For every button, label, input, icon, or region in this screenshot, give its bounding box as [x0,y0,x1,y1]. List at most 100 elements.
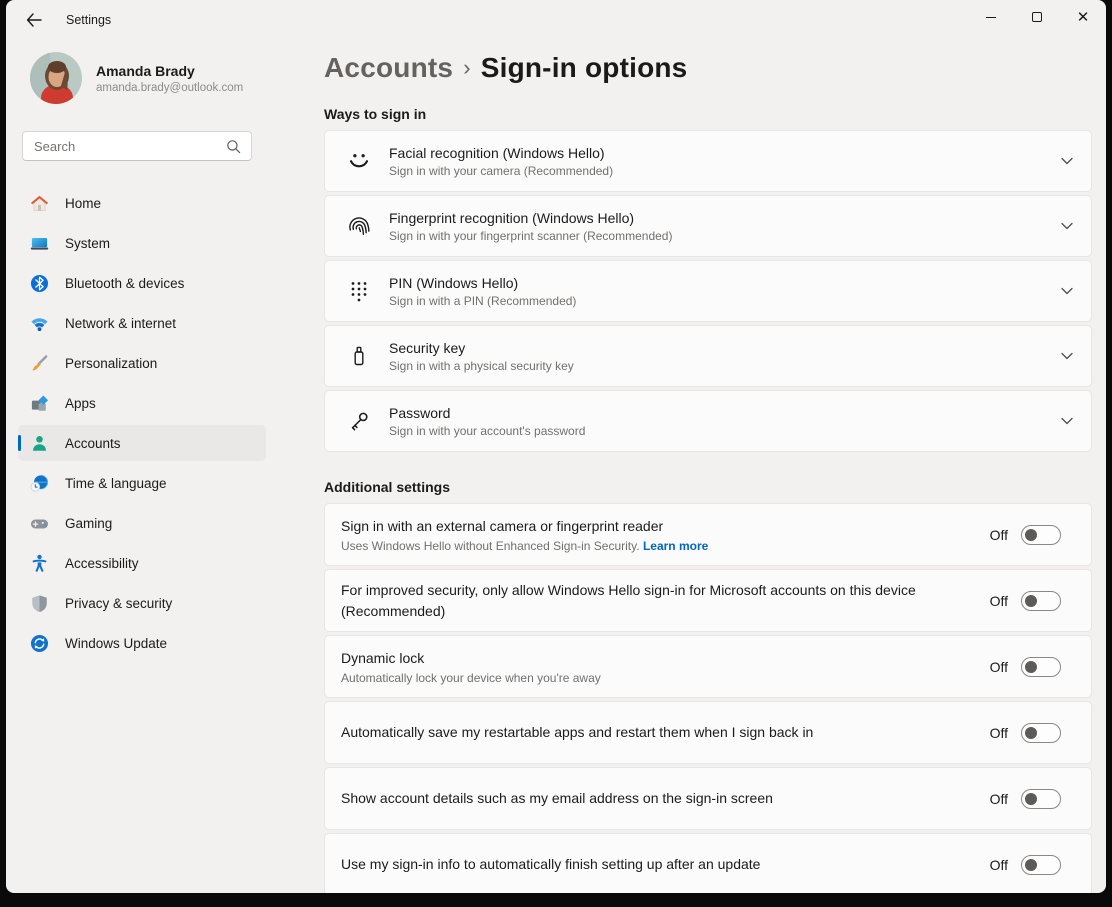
sidebar-item-personalization[interactable]: Personalization [18,345,266,381]
user-account-block[interactable]: Amanda Brady amanda.brady@outlook.com [30,52,278,104]
sidebar-item-label: Accounts [65,436,121,451]
toggle-switch[interactable] [1021,591,1061,611]
windows-update-icon [30,634,49,653]
face-icon [344,146,374,176]
sidebar-item-privacy-security[interactable]: Privacy & security [18,585,266,621]
setting-title: Sign in with an external camera or finge… [341,516,941,536]
setting-subtitle: Uses Windows Hello without Enhanced Sign… [341,539,990,553]
breadcrumb-parent[interactable]: Accounts [324,52,453,83]
setting-title: Use my sign-in info to automatically fin… [341,854,941,874]
toggle-switch[interactable] [1021,525,1061,545]
setting-subtitle: Automatically lock your device when you'… [341,671,990,685]
gaming-icon [30,514,49,533]
sidebar-item-home[interactable]: Home [18,185,266,221]
back-arrow-icon [26,13,42,27]
option-title: Password [389,405,1061,421]
sidebar-item-network[interactable]: Network & internet [18,305,266,341]
setting-subtitle-text: Uses Windows Hello without Enhanced Sign… [341,539,640,553]
accounts-icon [30,434,49,453]
sidebar-item-label: Personalization [65,356,157,371]
option-title: Fingerprint recognition (Windows Hello) [389,210,1061,226]
option-subtitle: Sign in with your camera (Recommended) [389,164,1061,178]
setting-title: Automatically save my restartable apps a… [341,722,941,742]
option-subtitle: Sign in with a physical security key [389,359,1061,373]
chevron-down-icon[interactable] [1061,417,1073,425]
toggle-state-label: Off [990,857,1008,873]
sidebar-item-bluetooth[interactable]: Bluetooth & devices [18,265,266,301]
sidebar-item-system[interactable]: System [18,225,266,261]
sidebar-item-label: Time & language [65,476,167,491]
back-button[interactable] [14,4,54,36]
option-title: Facial recognition (Windows Hello) [389,145,1061,161]
system-icon [30,234,49,253]
learn-more-link[interactable]: Learn more [643,539,708,553]
sidebar-item-windows-update[interactable]: Windows Update [18,625,266,661]
search-box[interactable] [22,131,252,161]
toggle-switch[interactable] [1021,855,1061,875]
setting-title: Show account details such as my email ad… [341,788,941,808]
maximize-icon [1032,12,1042,22]
accessibility-icon [30,554,49,573]
toggle-knob [1025,859,1037,871]
sidebar-item-apps[interactable]: Apps [18,385,266,421]
sidebar-item-time-language[interactable]: Time & language [18,465,266,501]
minimize-icon [986,17,996,18]
setting-windows-hello-only: For improved security, only allow Window… [324,569,1092,632]
option-title: PIN (Windows Hello) [389,275,1061,291]
toggle-switch[interactable] [1021,657,1061,677]
sidebar-item-label: Privacy & security [65,596,172,611]
sidebar-item-label: Home [65,196,101,211]
sidebar-item-label: System [65,236,110,251]
toggle-switch[interactable] [1021,789,1061,809]
setting-restartable-apps: Automatically save my restartable apps a… [324,701,1092,764]
toggle-state-label: Off [990,791,1008,807]
toggle-state-label: Off [990,725,1008,741]
toggle-knob [1025,661,1037,673]
home-icon [30,194,49,213]
setting-signin-info-after-update: Use my sign-in info to automatically fin… [324,833,1092,893]
sidebar-item-accounts[interactable]: Accounts [18,425,266,461]
chevron-down-icon[interactable] [1061,157,1073,165]
option-subtitle: Sign in with your account's password [389,424,1061,438]
close-button[interactable]: ✕ [1060,0,1106,34]
chevron-down-icon[interactable] [1061,222,1073,230]
sidebar: Amanda Brady amanda.brady@outlook.com [6,40,278,893]
signin-option-security-key[interactable]: Security key Sign in with a physical sec… [324,325,1092,387]
toggle-knob [1025,595,1037,607]
minimize-button[interactable] [968,0,1014,34]
setting-external-camera: Sign in with an external camera or finge… [324,503,1092,566]
signin-option-fingerprint[interactable]: Fingerprint recognition (Windows Hello) … [324,195,1092,257]
sidebar-item-accessibility[interactable]: Accessibility [18,545,266,581]
page-title: Sign-in options [481,52,688,83]
window-title: Settings [66,13,111,27]
user-name: Amanda Brady [96,63,243,79]
chevron-down-icon[interactable] [1061,352,1073,360]
sidebar-item-label: Network & internet [65,316,176,331]
signin-option-password[interactable]: Password Sign in with your account's pas… [324,390,1092,452]
toggle-state-label: Off [990,659,1008,675]
bluetooth-icon [30,274,49,293]
apps-icon [30,394,49,413]
toggle-knob [1025,793,1037,805]
chevron-down-icon[interactable] [1061,287,1073,295]
sidebar-item-label: Apps [65,396,96,411]
option-subtitle: Sign in with a PIN (Recommended) [389,294,1061,308]
personalization-icon [30,354,49,373]
close-icon: ✕ [1077,10,1090,25]
sidebar-item-gaming[interactable]: Gaming [18,505,266,541]
option-subtitle: Sign in with your fingerprint scanner (R… [389,229,1061,243]
titlebar: Settings ✕ [6,0,1106,40]
maximize-button[interactable] [1014,0,1060,34]
search-icon [226,139,241,154]
sidebar-item-label: Windows Update [65,636,167,651]
signin-option-facial-recognition[interactable]: Facial recognition (Windows Hello) Sign … [324,130,1092,192]
setting-title: Dynamic lock [341,648,941,668]
setting-show-account-details: Show account details such as my email ad… [324,767,1092,830]
toggle-switch[interactable] [1021,723,1061,743]
avatar [30,52,82,104]
toggle-state-label: Off [990,593,1008,609]
search-input[interactable] [23,139,213,154]
setting-dynamic-lock: Dynamic lock Automatically lock your dev… [324,635,1092,698]
security-key-icon [344,341,374,371]
signin-option-pin[interactable]: PIN (Windows Hello) Sign in with a PIN (… [324,260,1092,322]
